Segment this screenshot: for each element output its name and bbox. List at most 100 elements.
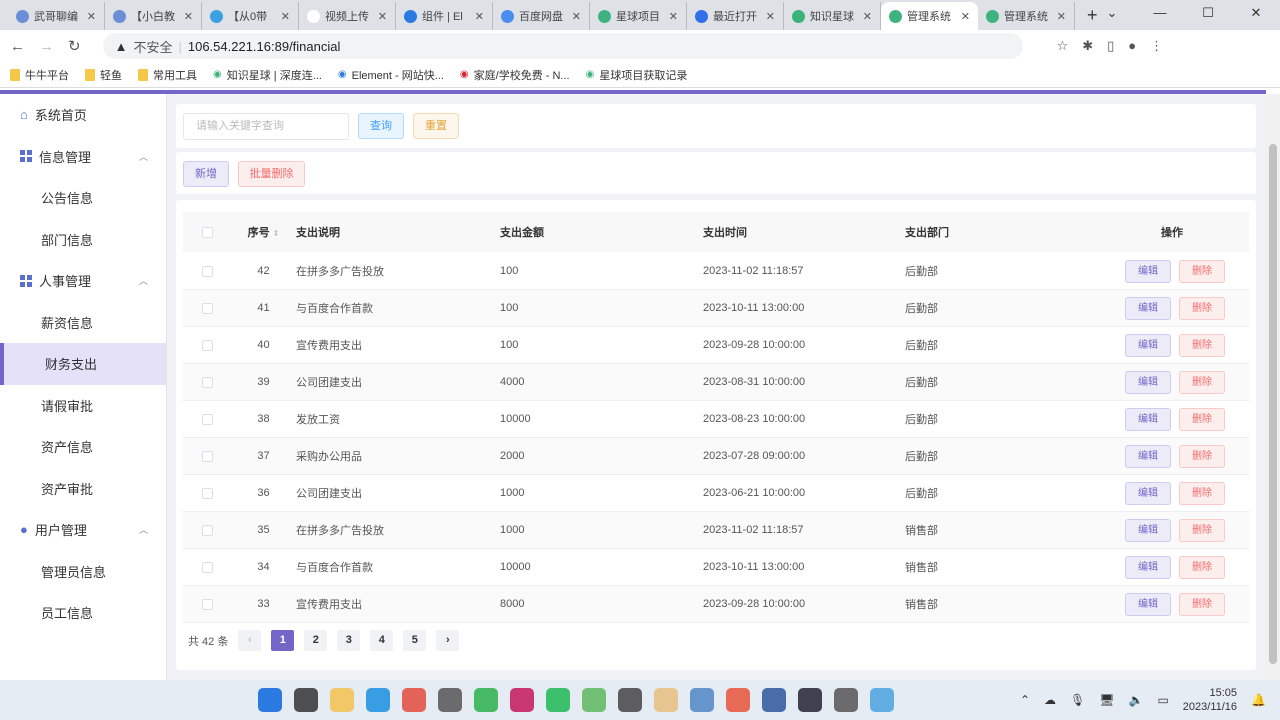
tab-close-icon[interactable]: ✕ bbox=[87, 10, 96, 23]
next-page-button[interactable]: › bbox=[436, 630, 460, 651]
bookmark-item[interactable]: 牛牛平台 bbox=[10, 67, 69, 83]
sidebar-item[interactable]: 财务支出 bbox=[0, 343, 166, 385]
scrollbar[interactable] bbox=[1266, 94, 1280, 680]
browser-tab[interactable]: 【从0带 ✕ bbox=[202, 2, 299, 30]
page-button[interactable]: 3 bbox=[337, 630, 361, 651]
url-bar[interactable]: ▲ 不安全 | 106.54.221.16:89/financial bbox=[102, 33, 1023, 59]
edit-button[interactable]: 编辑 bbox=[1125, 555, 1171, 579]
browser-tab[interactable]: 百度网盘 ✕ bbox=[493, 2, 590, 30]
tab-close-icon[interactable]: ✕ bbox=[378, 10, 387, 23]
tab-close-icon[interactable]: ✕ bbox=[1057, 10, 1066, 23]
url-text[interactable]: 106.54.221.16:89/financial bbox=[188, 39, 341, 54]
taskbar-app-icon[interactable] bbox=[258, 688, 282, 712]
sidebar-item[interactable]: 公告信息 bbox=[0, 177, 166, 219]
browser-tab[interactable]: 知识星球 ✕ bbox=[784, 2, 881, 30]
maximize-button[interactable]: ☐ bbox=[1184, 0, 1232, 28]
tab-close-icon[interactable]: ✕ bbox=[669, 10, 678, 23]
taskbar-app-icon[interactable] bbox=[618, 688, 642, 712]
notification-icon[interactable]: 🔔 bbox=[1251, 693, 1266, 707]
reset-button[interactable]: 重置 bbox=[413, 113, 459, 139]
delete-button[interactable]: 删除 bbox=[1179, 481, 1225, 505]
tab-close-icon[interactable]: ✕ bbox=[766, 10, 775, 23]
row-checkbox[interactable] bbox=[201, 265, 213, 277]
header-id[interactable]: 序号 ⇕ bbox=[231, 224, 296, 240]
sidebar-item[interactable]: 薪资信息 bbox=[0, 302, 166, 344]
select-all-checkbox[interactable] bbox=[201, 226, 213, 238]
bookmark-item[interactable]: 常用工具 bbox=[138, 67, 197, 83]
profile-icon[interactable]: ● bbox=[1128, 38, 1136, 54]
page-button[interactable]: 4 bbox=[370, 630, 394, 651]
sidebar-item[interactable]: 部门信息 bbox=[0, 219, 166, 261]
query-button[interactable]: 查询 bbox=[358, 113, 404, 139]
browser-tab[interactable]: 星球项目 ✕ bbox=[590, 2, 687, 30]
delete-button[interactable]: 删除 bbox=[1179, 333, 1225, 357]
edit-button[interactable]: 编辑 bbox=[1125, 296, 1171, 320]
edit-button[interactable]: 编辑 bbox=[1125, 481, 1171, 505]
taskbar-app-icon[interactable] bbox=[582, 688, 606, 712]
browser-tab[interactable]: 视频上传 ✕ bbox=[299, 2, 396, 30]
delete-button[interactable]: 删除 bbox=[1179, 407, 1225, 431]
tab-close-icon[interactable]: ✕ bbox=[863, 10, 872, 23]
row-checkbox[interactable] bbox=[201, 487, 213, 499]
row-checkbox[interactable] bbox=[201, 413, 213, 425]
tab-search-icon[interactable]: ⌄ bbox=[1088, 0, 1136, 28]
page-button[interactable]: 1 bbox=[271, 630, 295, 651]
mic-icon[interactable]: 🎙 bbox=[1070, 693, 1085, 707]
edit-button[interactable]: 编辑 bbox=[1125, 407, 1171, 431]
row-checkbox[interactable] bbox=[201, 561, 213, 573]
sidebar-icon[interactable]: ▯ bbox=[1107, 38, 1114, 54]
taskbar-app-icon[interactable] bbox=[726, 688, 750, 712]
extensions-icon[interactable]: ✱ bbox=[1082, 38, 1093, 54]
row-checkbox[interactable] bbox=[201, 376, 213, 388]
edit-button[interactable]: 编辑 bbox=[1125, 370, 1171, 394]
delete-button[interactable]: 删除 bbox=[1179, 518, 1225, 542]
close-window-button[interactable]: ✕ bbox=[1232, 0, 1280, 28]
clock[interactable]: 15:05 2023/11/16 bbox=[1183, 686, 1237, 714]
delete-button[interactable]: 删除 bbox=[1179, 592, 1225, 616]
delete-button[interactable]: 删除 bbox=[1179, 370, 1225, 394]
forward-icon[interactable]: → bbox=[39, 38, 54, 55]
minimize-button[interactable]: — bbox=[1136, 0, 1184, 28]
row-checkbox[interactable] bbox=[201, 598, 213, 610]
row-checkbox[interactable] bbox=[201, 450, 213, 462]
tab-close-icon[interactable]: ✕ bbox=[572, 10, 581, 23]
page-button[interactable]: 5 bbox=[403, 630, 427, 651]
taskbar-app-icon[interactable] bbox=[690, 688, 714, 712]
row-checkbox[interactable] bbox=[201, 524, 213, 536]
taskbar-app-icon[interactable] bbox=[654, 688, 678, 712]
page-button[interactable]: 2 bbox=[304, 630, 328, 651]
row-checkbox[interactable] bbox=[201, 339, 213, 351]
bookmark-item[interactable]: ◉ Element - 网站快... bbox=[338, 67, 444, 83]
browser-tab[interactable]: 管理系统 ✕ bbox=[978, 2, 1075, 30]
browser-tab[interactable]: 最近打开 ✕ bbox=[687, 2, 784, 30]
tray-expand-icon[interactable]: ⌃ bbox=[1020, 693, 1030, 707]
delete-button[interactable]: 删除 bbox=[1179, 259, 1225, 283]
tab-close-icon[interactable]: ✕ bbox=[184, 10, 193, 23]
taskbar-app-icon[interactable] bbox=[834, 688, 858, 712]
scrollbar-thumb[interactable] bbox=[1269, 144, 1277, 664]
sort-icon[interactable]: ⇕ bbox=[273, 229, 280, 238]
edit-button[interactable]: 编辑 bbox=[1125, 518, 1171, 542]
bookmark-item[interactable]: ◉ 家庭/学校免费 - N... bbox=[460, 67, 570, 83]
row-checkbox[interactable] bbox=[201, 302, 213, 314]
sidebar-item[interactable]: 请假审批 bbox=[0, 385, 166, 427]
taskbar-app-icon[interactable] bbox=[762, 688, 786, 712]
delete-button[interactable]: 删除 bbox=[1179, 555, 1225, 579]
delete-button[interactable]: 删除 bbox=[1179, 444, 1225, 468]
browser-tab[interactable]: 管理系统 ✕ bbox=[881, 2, 978, 30]
delete-button[interactable]: 删除 bbox=[1179, 296, 1225, 320]
taskbar-app-icon[interactable] bbox=[870, 688, 894, 712]
sidebar-item[interactable]: 资产信息 bbox=[0, 426, 166, 468]
edit-button[interactable]: 编辑 bbox=[1125, 592, 1171, 616]
taskbar-app-icon[interactable] bbox=[366, 688, 390, 712]
tab-close-icon[interactable]: ✕ bbox=[961, 10, 970, 23]
browser-tab[interactable]: 【小白教 ✕ bbox=[105, 2, 202, 30]
bookmark-item[interactable]: ◉ 知识星球 | 深度连... bbox=[213, 67, 322, 83]
add-button[interactable]: 新增 bbox=[183, 161, 229, 187]
sidebar-item[interactable]: ⌂ 系统首页 bbox=[0, 94, 166, 136]
sidebar-item[interactable]: 资产审批 bbox=[0, 468, 166, 510]
bookmark-item[interactable]: ◉ 星球项目获取记录 bbox=[586, 67, 688, 83]
edit-button[interactable]: 编辑 bbox=[1125, 333, 1171, 357]
browser-tab[interactable]: 组件 | El ✕ bbox=[396, 2, 493, 30]
star-icon[interactable]: ☆ bbox=[1057, 38, 1069, 54]
